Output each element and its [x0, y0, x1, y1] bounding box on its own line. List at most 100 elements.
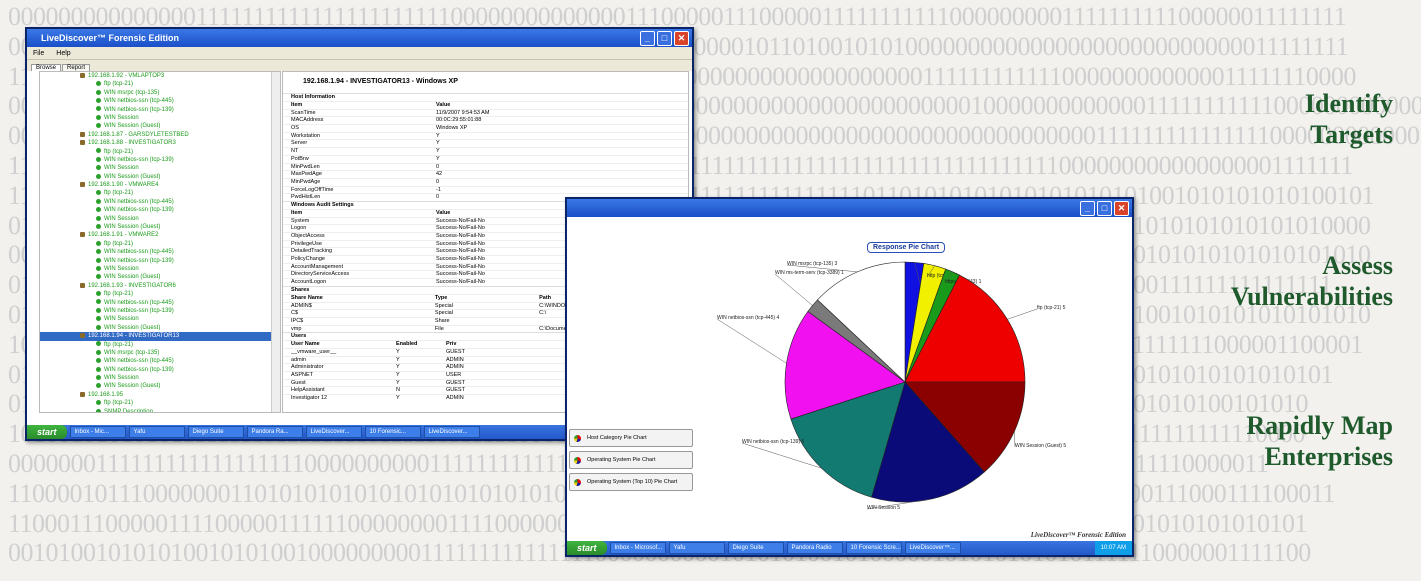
tree-service-node[interactable]: WIN netbios-ssn (tcp-139): [40, 307, 280, 315]
taskbar-window-button[interactable]: Yafu: [128, 426, 185, 438]
tree-service-node[interactable]: WIN Session: [40, 114, 280, 122]
taskbar-window-button[interactable]: Inbox - Microsof...: [609, 542, 666, 554]
taskbar-window-button[interactable]: Inbox - Mic...: [69, 426, 126, 438]
tree-node-label: WIN Session (Guest): [104, 383, 161, 390]
tree-service-node[interactable]: WIN Session (Guest): [40, 223, 280, 231]
tree-service-node[interactable]: WIN Session (Guest): [40, 324, 280, 332]
menu-file[interactable]: File: [33, 50, 44, 57]
tree-service-node[interactable]: WIN netbios-ssn (tcp-139): [40, 257, 280, 265]
tree-service-node[interactable]: ftp (tcp-21): [40, 148, 280, 156]
tree-host-node[interactable]: 192.168.1.93 - INVESTIGATOR6: [40, 282, 280, 290]
tree-node-label: WIN netbios-ssn (tcp-139): [104, 307, 174, 314]
tree-host-node[interactable]: 192.168.1.95: [40, 391, 280, 399]
taskbar-window-button[interactable]: Pandora Radio: [786, 542, 843, 554]
tree-service-node[interactable]: ftp (tcp-21): [40, 341, 280, 349]
tree-service-node[interactable]: ftp (tcp-21): [40, 290, 280, 298]
table-cell: Y: [396, 356, 400, 363]
tree-service-node[interactable]: ftp (tcp-21): [40, 189, 280, 197]
chart-selector-button[interactable]: Operating System Pie Chart: [569, 451, 693, 469]
tree-service-node[interactable]: WIN Session (Guest): [40, 273, 280, 281]
taskbar-window-button[interactable]: LiveDiscover...: [423, 426, 480, 438]
tree-node-label: 192.168.1.88 - INVESTIGATOR3: [88, 140, 176, 147]
tab-report[interactable]: Report: [62, 64, 91, 71]
tree-service-node[interactable]: WIN Session (Guest): [40, 122, 280, 130]
tree-node-label: ftp (tcp-21): [104, 190, 134, 197]
taskbar-window-button[interactable]: Diego Suite: [187, 426, 244, 438]
taskbar-window-button[interactable]: Yafu: [668, 542, 725, 554]
title-bar[interactable]: LiveDiscover™ Forensic Edition _ □ ✕: [27, 29, 692, 47]
tree-node-label: WIN Session (Guest): [104, 274, 161, 281]
service-icon: [96, 114, 101, 120]
tree-service-node[interactable]: WIN netbios-ssn (tcp-445): [40, 97, 280, 105]
tree-service-node[interactable]: ftp (tcp-21): [40, 80, 280, 88]
service-icon: [96, 156, 101, 162]
tree-service-node[interactable]: WIN netbios-ssn (tcp-445): [40, 357, 280, 365]
tree-service-node[interactable]: WIN Session (Guest): [40, 173, 280, 181]
taskbar-window-button[interactable]: Pandora Ra...: [246, 426, 303, 438]
service-icon: [96, 257, 101, 263]
tab-browse[interactable]: Browse: [31, 64, 62, 71]
close-button[interactable]: ✕: [674, 31, 689, 46]
tree-node-label: WIN netbios-ssn (tcp-139): [104, 366, 174, 373]
taskbar: start Inbox - Microsof... Yafu Diego Suite…: [567, 541, 1132, 555]
minimize-button[interactable]: _: [1080, 201, 1095, 216]
taskbar-window-button[interactable]: LiveDiscover™...: [904, 542, 961, 554]
tree-node-label: WIN Session (Guest): [104, 123, 161, 130]
chart-selector-button[interactable]: Host Category Pie Chart: [569, 429, 693, 447]
tree-node-label: 192.168.1.90 - VMWARE4: [88, 182, 159, 189]
tree-node-label: ftp (tcp-21): [104, 400, 134, 407]
tree-service-node[interactable]: WIN msrpc (tcp-135): [40, 89, 280, 97]
tree-service-node[interactable]: WIN Session: [40, 215, 280, 223]
service-icon: [96, 374, 101, 380]
tree-service-node[interactable]: WIN netbios-ssn (tcp-139): [40, 156, 280, 164]
tree-node-label: 192.168.1.94 - INVESTIGATOR13: [88, 333, 180, 340]
tree-host-node[interactable]: 192.168.1.90 - VMWARE4: [40, 181, 280, 189]
tree-service-node[interactable]: WIN Session: [40, 374, 280, 382]
maximize-button[interactable]: □: [1097, 201, 1112, 216]
menu-bar: File Help: [27, 47, 692, 60]
tree-node-label: WIN Session: [104, 215, 139, 222]
tree-node-label: WIN netbios-ssn (tcp-445): [104, 299, 174, 306]
tree-service-node[interactable]: WIN Session: [40, 265, 280, 273]
tree-host-node[interactable]: 192.168.1.92 - VMLAPTOP3: [40, 72, 280, 80]
chart-selector-button[interactable]: Operating System (Top 10) Pie Chart: [569, 473, 693, 491]
pie-chart-icon: [574, 434, 581, 442]
tree-host-node[interactable]: 192.168.1.91 - VMWARE2: [40, 231, 280, 239]
taskbar-window-button[interactable]: 10 Forensic Scre...: [845, 542, 902, 554]
table-cell: Y: [396, 364, 400, 371]
title-bar[interactable]: _ □ ✕: [567, 199, 1132, 217]
tree-service-node[interactable]: WIN netbios-ssn (tcp-139): [40, 106, 280, 114]
tree-scrollbar[interactable]: [271, 72, 280, 412]
taskbar-window-button[interactable]: Diego Suite: [727, 542, 784, 554]
tree-service-node[interactable]: WIN Session: [40, 315, 280, 323]
tree-host-node[interactable]: 192.168.1.87 - GARSDYLETESTBED: [40, 131, 280, 139]
brand-status: LiveDiscover™ Forensic Edition: [1030, 531, 1126, 539]
start-button[interactable]: start: [27, 425, 67, 439]
maximize-button[interactable]: □: [657, 31, 672, 46]
tree-node-label: WIN msrpc (tcp-135): [104, 349, 160, 356]
tree-service-node[interactable]: WIN netbios-ssn (tcp-139): [40, 366, 280, 374]
callout-line: [1007, 308, 1038, 320]
tree-service-node[interactable]: WIN netbios-ssn (tcp-445): [40, 299, 280, 307]
tree-host-node[interactable]: 192.168.1.94 - INVESTIGATOR13: [40, 332, 280, 341]
taskbar-window-button[interactable]: LiveDiscover...: [305, 426, 362, 438]
close-button[interactable]: ✕: [1114, 201, 1129, 216]
tree-service-node[interactable]: WIN Session (Guest): [40, 382, 280, 390]
tree-service-node[interactable]: WIN msrpc (tcp-135): [40, 349, 280, 357]
tree-service-node[interactable]: ftp (tcp-21): [40, 399, 280, 407]
minimize-button[interactable]: _: [640, 31, 655, 46]
tree-service-node[interactable]: WIN netbios-ssn (tcp-139): [40, 206, 280, 214]
tree-service-node[interactable]: WIN netbios-ssn (tcp-445): [40, 198, 280, 206]
service-icon: [96, 249, 101, 255]
response-pie-chart: SNMP Description 1http (tcp-80) 1https (…: [716, 261, 1066, 511]
tree-service-node[interactable]: WIN Session: [40, 164, 280, 172]
service-icon: [96, 400, 101, 406]
computer-icon: [80, 232, 85, 238]
tree-host-node[interactable]: 192.168.1.88 - INVESTIGATOR3: [40, 139, 280, 147]
taskbar-window-button[interactable]: 10 Forensic...: [364, 426, 421, 438]
menu-help[interactable]: Help: [56, 50, 70, 57]
tree-service-node[interactable]: WIN netbios-ssn (tcp-445): [40, 248, 280, 256]
tree-service-node[interactable]: ftp (tcp-21): [40, 240, 280, 248]
start-button[interactable]: start: [567, 541, 607, 555]
computer-icon: [80, 333, 85, 339]
